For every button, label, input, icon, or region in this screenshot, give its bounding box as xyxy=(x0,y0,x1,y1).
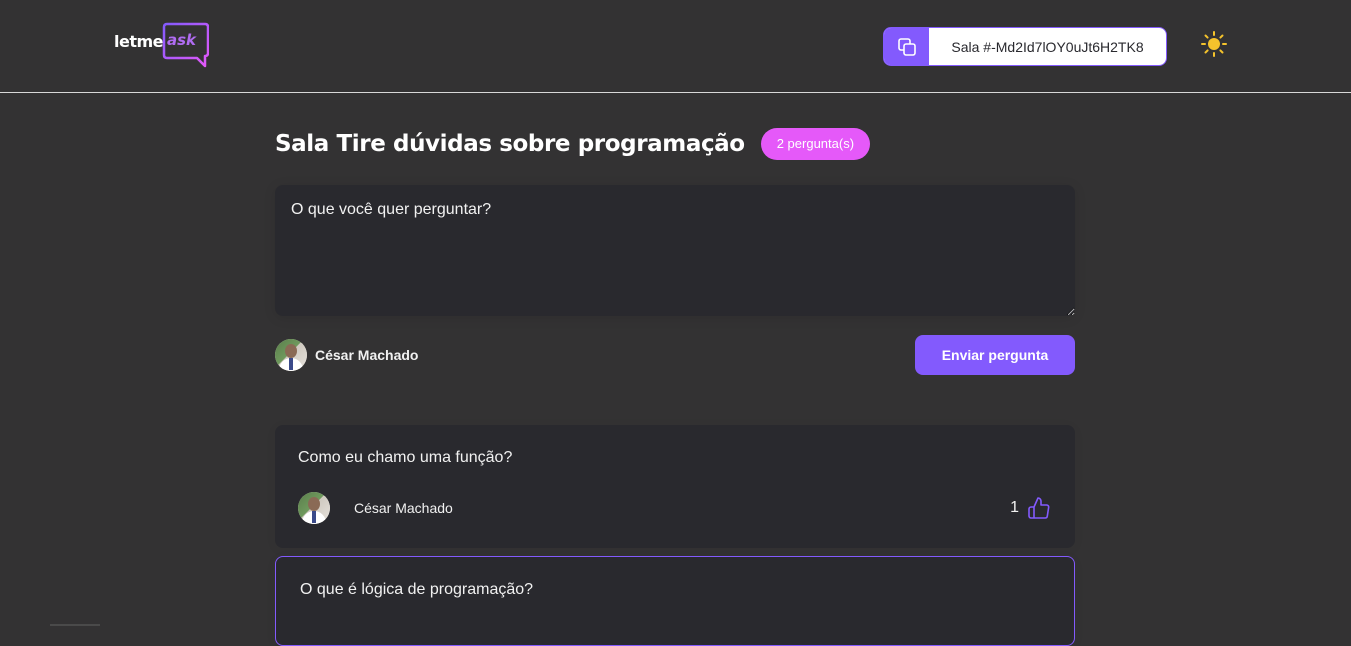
avatar xyxy=(275,339,307,371)
question-content: O que é lógica de programação? xyxy=(300,581,534,598)
letmeask-logo[interactable]: letme ask xyxy=(114,22,210,70)
question-card: Como eu chamo uma função? César Machado … xyxy=(275,425,1075,548)
question-count-badge: 2 pergunta(s) xyxy=(760,128,871,160)
question-card-highlighted: O que é lógica de programação? xyxy=(275,556,1075,646)
page-title: Sala Tire dúvidas sobre programação xyxy=(275,131,745,157)
user-name: César Machado xyxy=(315,347,419,363)
question-input[interactable] xyxy=(275,185,1075,316)
send-question-button[interactable]: Enviar pergunta xyxy=(915,335,1075,375)
question-content: Como eu chamo uma função? xyxy=(298,449,513,466)
sun-icon[interactable] xyxy=(1200,30,1228,58)
copy-icon xyxy=(884,28,929,65)
avatar xyxy=(298,492,330,524)
app-header: letme ask Sala #-Md2Id7lOY0uJt6H2TK8 xyxy=(0,0,1351,93)
logo-accent-text: ask xyxy=(167,31,197,49)
logo-text: letme xyxy=(114,32,164,51)
room-code-button[interactable]: Sala #-Md2Id7lOY0uJt6H2TK8 xyxy=(883,27,1167,66)
current-user: César Machado xyxy=(275,339,418,371)
thumbs-up-icon xyxy=(1028,497,1050,519)
room-title-row: Sala Tire dúvidas sobre programação 2 pe… xyxy=(275,127,871,161)
room-code-label: Sala #-Md2Id7lOY0uJt6H2TK8 xyxy=(951,38,1144,55)
like-button[interactable]: 1 xyxy=(1010,496,1051,520)
question-author: César Machado xyxy=(298,492,453,524)
like-count: 1 xyxy=(1010,499,1019,516)
author-name: César Machado xyxy=(354,500,453,516)
